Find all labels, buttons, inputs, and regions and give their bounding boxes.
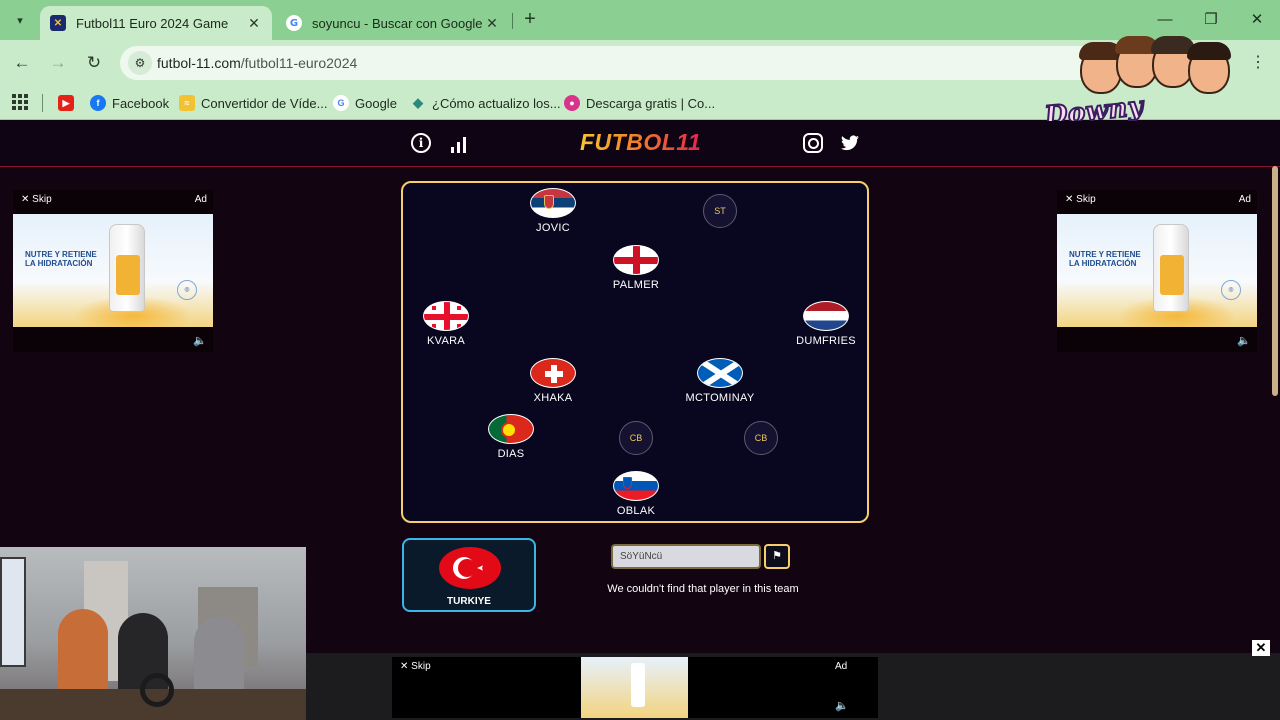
ad-label: Ad: [835, 661, 848, 672]
ad-skip-button[interactable]: ✕ Skip: [400, 661, 431, 672]
player-mctominay[interactable]: MCTOMINAY: [670, 358, 770, 404]
slot-cb-right[interactable]: CB: [744, 421, 778, 455]
speaker-icon[interactable]: 🔈: [1237, 334, 1251, 347]
right-ad[interactable]: ✕ Skip Ad NUTRE Y RETIENE LA HIDRATACIÓN…: [1057, 190, 1257, 352]
england-flag-icon: [613, 245, 659, 275]
player-kvara[interactable]: KVARA: [396, 301, 496, 347]
player-xhaka[interactable]: XHAKA: [503, 358, 603, 404]
futbol11-favicon-icon: ✕: [50, 15, 66, 31]
team-card: TURKIYE: [402, 538, 536, 612]
shampoo-bottle-icon: [631, 663, 645, 707]
feedback-message: We couldn't find that player in this tea…: [607, 583, 799, 595]
drop-icon: ◆: [413, 95, 423, 110]
streamer-logo-overlay: Downy Concentrao: [1040, 34, 1270, 163]
forward-arrow-icon[interactable]: →: [46, 51, 70, 75]
team-name: TURKIYE: [447, 596, 491, 607]
bookmark-drop[interactable]: ◆ ¿Cómo actualizo los...: [410, 92, 561, 114]
address-bar[interactable]: ⚙ futbol-11.com/futbol11-euro2024: [120, 46, 1110, 80]
site-header: i FUTBOL11: [0, 121, 1280, 167]
bottom-ad[interactable]: ✕ Skip Ad 🔈: [392, 657, 878, 718]
apps-grid-icon[interactable]: [12, 94, 28, 110]
tab-close-icon[interactable]: ✕: [482, 15, 502, 32]
info-icon[interactable]: i: [411, 133, 431, 153]
tab-title: Futbol11 Euro 2024 Game: [76, 15, 229, 31]
netherlands-flag-icon: [803, 301, 849, 331]
shampoo-bottle-icon: [1153, 224, 1189, 312]
scrollbar-thumb[interactable]: [1272, 166, 1278, 396]
player-oblak[interactable]: OBLAK: [586, 471, 686, 517]
tab-futbol11[interactable]: ✕ Futbol11 Euro 2024 Game ✕: [40, 6, 272, 40]
twitter-icon[interactable]: [840, 133, 860, 153]
bookmark-download[interactable]: ● Descarga gratis | Co...: [564, 92, 715, 114]
player-guess-input[interactable]: [611, 544, 761, 569]
ad-label: Ad: [1238, 194, 1251, 205]
ad-badge-icon: ◎: [1221, 280, 1241, 300]
converter-icon: ≈: [179, 95, 195, 111]
player-dumfries[interactable]: DUMFRIES: [776, 301, 876, 347]
tab-close-icon[interactable]: ✕: [244, 15, 264, 32]
pitch: JOVIC PALMER KVARA DUMFRIES XHAKA MCTOMI…: [401, 181, 869, 523]
bookmark-google[interactable]: G Google: [333, 92, 397, 114]
speaker-icon[interactable]: 🔈: [193, 334, 207, 347]
download-icon: ●: [564, 95, 580, 111]
tab-separator: [512, 13, 513, 29]
instagram-icon[interactable]: [803, 133, 823, 153]
webcam-overlay: [0, 547, 306, 720]
google-favicon-icon: G: [286, 15, 302, 31]
flag-icon[interactable]: ⚑: [764, 544, 790, 569]
stats-icon[interactable]: [448, 133, 468, 153]
reload-icon[interactable]: ↻: [82, 51, 106, 75]
tab-title: soyuncu - Buscar con Google: [312, 15, 482, 31]
slot-cb-left[interactable]: CB: [619, 421, 653, 455]
player-jovic[interactable]: JOVIC: [503, 188, 603, 234]
ad-label: Ad: [194, 194, 207, 205]
slovenia-flag-icon: [613, 471, 659, 501]
ad-image: NUTRE Y RETIENE LA HIDRATACIÓN ◎: [13, 214, 213, 327]
ad-image: NUTRE Y RETIENE LA HIDRATACIÓN ◎: [1057, 214, 1257, 327]
restore-icon[interactable]: ❐: [1196, 8, 1226, 32]
tab-google[interactable]: G soyuncu - Buscar con Google ✕: [276, 6, 510, 40]
player-palmer[interactable]: PALMER: [586, 245, 686, 291]
close-ad-icon[interactable]: ✕: [1252, 640, 1270, 656]
ad-skip-button[interactable]: ✕ Skip: [1065, 194, 1096, 205]
tab-search-chevron-icon[interactable]: ▾: [8, 8, 32, 32]
site-logo[interactable]: FUTBOL11: [580, 129, 701, 156]
ad-image: [581, 657, 688, 718]
window-close-icon[interactable]: ✕: [1242, 8, 1272, 32]
scotland-flag-icon: [697, 358, 743, 388]
player-dias[interactable]: DIAS: [461, 414, 561, 460]
back-arrow-icon[interactable]: ←: [10, 51, 34, 75]
georgia-flag-icon: [423, 301, 469, 331]
google-icon: G: [333, 95, 349, 111]
site-settings-icon[interactable]: ⚙: [128, 51, 152, 75]
facebook-icon: f: [90, 95, 106, 111]
minimize-icon[interactable]: —: [1150, 8, 1180, 32]
youtube-icon: ▶: [58, 95, 74, 111]
bookmark-youtube[interactable]: ▶: [58, 92, 80, 114]
slot-st[interactable]: ST: [703, 194, 737, 228]
switzerland-flag-icon: [530, 358, 576, 388]
ad-badge-icon: ◎: [177, 280, 197, 300]
left-ad[interactable]: ✕ Skip Ad NUTRE Y RETIENE LA HIDRATACIÓN…: [13, 190, 213, 352]
serbia-flag-icon: [530, 188, 576, 218]
bookmark-converter[interactable]: ≈ Convertidor de Víde...: [179, 92, 327, 114]
bookmark-facebook[interactable]: f Facebook: [90, 92, 169, 114]
portugal-flag-icon: [488, 414, 534, 444]
url-text: futbol-11.com/futbol11-euro2024: [157, 55, 358, 71]
new-tab-plus-icon[interactable]: +: [518, 8, 542, 32]
shampoo-bottle-icon: [109, 224, 145, 312]
ad-skip-button[interactable]: ✕ Skip: [21, 194, 52, 205]
bookmark-separator: [42, 94, 43, 112]
turkiye-flag-icon: [439, 547, 501, 589]
speaker-icon[interactable]: 🔈: [835, 699, 849, 712]
